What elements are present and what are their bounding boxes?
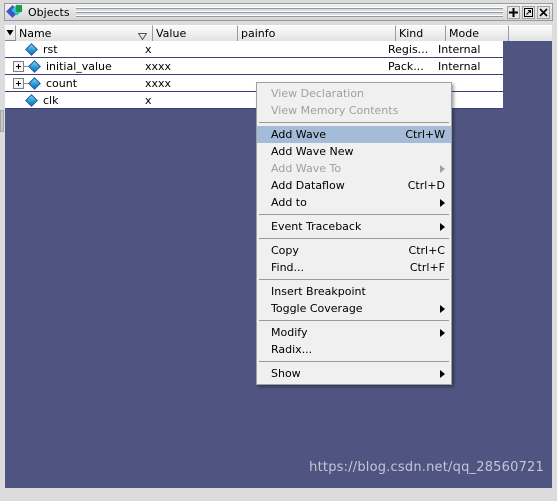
row-kind: Regis... <box>388 42 429 56</box>
menu-item-label: Add to <box>271 196 307 209</box>
row-value: x <box>145 93 152 107</box>
menu-item-add-wave[interactable]: Add Wave Ctrl+W <box>257 126 451 143</box>
signal-diamond-icon <box>28 59 41 73</box>
maximize-pane-button[interactable] <box>507 5 520 19</box>
pane-left-tab-handle[interactable] <box>0 110 4 132</box>
menu-item-label: Toggle Coverage <box>271 302 363 315</box>
column-header-kind-label: Kind <box>399 27 424 40</box>
row-expander-button[interactable] <box>13 60 24 72</box>
menu-item-insert-breakpoint[interactable]: Insert Breakpoint <box>257 283 451 300</box>
column-header-mode-label: Mode <box>449 27 479 40</box>
menu-item-label: Add Wave New <box>271 145 354 158</box>
row-kind: Pack... <box>388 59 424 73</box>
menu-item-shortcut: Ctrl+D <box>407 179 445 192</box>
table-row[interactable]: initial_value xxxx Pack... Internal <box>5 58 503 75</box>
row-value: xxxx <box>145 59 172 73</box>
menu-item-shortcut: Ctrl+C <box>408 244 445 257</box>
menu-separator <box>259 214 449 215</box>
objects-pane-window: Objects Name Value painfo Kind Mode rst … <box>0 0 557 501</box>
menu-item-shortcut: Ctrl+W <box>405 128 445 141</box>
submenu-arrow-icon <box>440 198 445 207</box>
menu-item-label: Modify <box>271 326 308 339</box>
pane-bottom-frame <box>0 491 557 501</box>
menu-item-modify[interactable]: Modify <box>257 324 451 341</box>
menu-item-radix[interactable]: Radix... <box>257 341 451 358</box>
menu-item-label: Add Dataflow <box>271 179 345 192</box>
menu-item-find[interactable]: Find... Ctrl+F <box>257 259 451 276</box>
menu-item-label: Insert Breakpoint <box>271 285 366 298</box>
context-menu[interactable]: View Declaration View Memory Contents Add … <box>256 82 452 385</box>
table-column-header: Name Value painfo Kind Mode <box>5 25 552 41</box>
row-painfo <box>227 41 385 57</box>
menu-item-label: Copy <box>271 244 299 257</box>
column-header-name-label: Name <box>19 27 52 40</box>
table-row[interactable]: rst x Regis... Internal <box>5 41 503 58</box>
signal-diamond-icon <box>28 76 41 90</box>
menu-item-shortcut: Ctrl+F <box>409 261 445 274</box>
row-name: clk <box>43 93 59 107</box>
menu-item-label: Show <box>271 367 301 380</box>
row-name: count <box>46 76 78 90</box>
pane-title-bar[interactable]: Objects <box>4 3 553 21</box>
row-mode: Internal <box>438 59 481 73</box>
row-expander-button[interactable] <box>13 77 24 89</box>
column-filter-button[interactable] <box>5 25 16 40</box>
undock-pane-button[interactable] <box>522 5 535 19</box>
menu-item-view-declaration: View Declaration <box>257 85 451 102</box>
menu-item-copy[interactable]: Copy Ctrl+C <box>257 242 451 259</box>
menu-separator <box>259 361 449 362</box>
menu-item-add-dataflow[interactable]: Add Dataflow Ctrl+D <box>257 177 451 194</box>
row-painfo <box>227 58 385 74</box>
menu-item-label: Radix... <box>271 343 313 356</box>
signal-diamond-icon <box>25 93 38 107</box>
signal-diamond-icon <box>25 42 38 56</box>
menu-item-show[interactable]: Show <box>257 365 451 382</box>
submenu-arrow-icon <box>440 222 445 231</box>
menu-separator <box>259 122 449 123</box>
column-header-value[interactable]: Value <box>153 25 238 41</box>
submenu-arrow-icon <box>440 304 445 313</box>
column-header-name[interactable]: Name <box>16 25 153 41</box>
menu-item-toggle-coverage[interactable]: Toggle Coverage <box>257 300 451 317</box>
menu-item-label: Find... <box>271 261 305 274</box>
menu-item-label: View Memory Contents <box>271 104 399 117</box>
watermark-text: https://blog.csdn.net/qq_28560721 <box>309 460 544 475</box>
column-header-value-label: Value <box>156 27 187 40</box>
submenu-arrow-icon <box>440 369 445 378</box>
menu-item-add-wave-new[interactable]: Add Wave New <box>257 143 451 160</box>
menu-item-label: Add Wave To <box>271 162 342 175</box>
column-header-painfo-label: painfo <box>241 27 276 40</box>
pane-title-label: Objects <box>28 5 70 19</box>
menu-item-add-wave-to: Add Wave To <box>257 160 451 177</box>
pane-drag-grip[interactable] <box>75 6 503 18</box>
menu-separator <box>259 320 449 321</box>
sort-descending-icon <box>137 30 148 41</box>
menu-item-view-memory-contents: View Memory Contents <box>257 102 451 119</box>
column-header-filler <box>509 25 552 41</box>
menu-separator <box>259 238 449 239</box>
row-name: rst <box>43 42 58 56</box>
submenu-arrow-icon <box>440 328 445 337</box>
menu-item-event-traceback[interactable]: Event Traceback <box>257 218 451 235</box>
column-header-mode[interactable]: Mode <box>446 25 509 41</box>
close-pane-button[interactable] <box>537 5 550 19</box>
row-value: x <box>145 42 152 56</box>
menu-item-label: View Declaration <box>271 87 365 100</box>
menu-item-label: Add Wave <box>271 128 326 141</box>
objects-icon <box>6 4 24 19</box>
row-mode: Internal <box>438 42 481 56</box>
row-value: xxxx <box>145 76 172 90</box>
column-header-painfo[interactable]: painfo <box>238 25 396 41</box>
row-name: initial_value <box>46 59 112 73</box>
menu-separator <box>259 279 449 280</box>
column-header-kind[interactable]: Kind <box>396 25 446 41</box>
submenu-arrow-icon <box>440 164 445 173</box>
menu-item-label: Event Traceback <box>271 220 362 233</box>
menu-item-add-to[interactable]: Add to <box>257 194 451 211</box>
